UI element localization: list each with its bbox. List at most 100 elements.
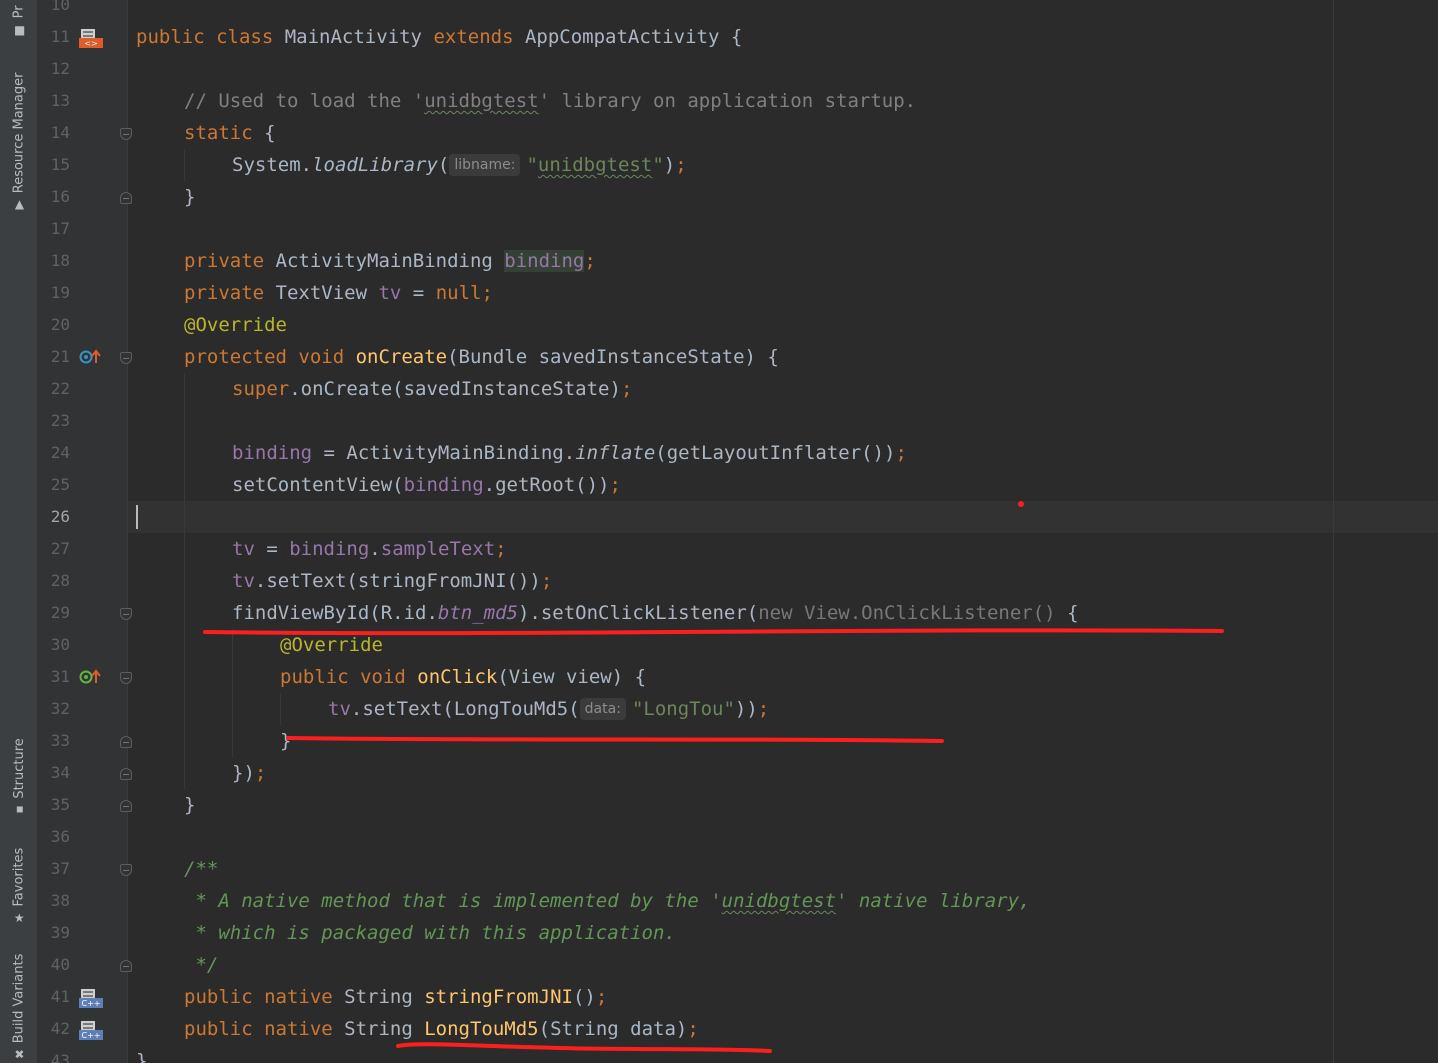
gutter-line-15[interactable]: 15 [38, 149, 128, 181]
favorites-tab[interactable]: ★ Favorites [0, 838, 38, 933]
editor-gutter[interactable]: 10 11 <> 12 13 14 15 16 17 18 19 20 21 22 23 24 25 26 27 28… [38, 0, 132, 1063]
star-icon: ★ [13, 910, 25, 925]
code-line-35: } [184, 794, 196, 816]
line-number: 29 [50, 603, 70, 622]
build-variants-tab[interactable]: ✖ Build Variants [0, 950, 38, 1063]
line-number: 33 [50, 731, 70, 750]
gutter-line-35[interactable]: 35 [38, 789, 132, 821]
code-line-24: binding = ActivityMainBinding.inflate(ge… [232, 442, 907, 464]
left-tool-window-bar: ■ Pr ▲ Resource Manager ▪ Structure ★ Favori… [0, 0, 38, 1063]
folder-icon: ■ [13, 22, 25, 37]
gutter-line-26[interactable]: 26 [38, 501, 128, 533]
line-number: 30 [50, 635, 70, 654]
gutter-line-42[interactable]: 42 C++ [38, 1013, 128, 1045]
text-caret [136, 505, 138, 529]
line-number: 39 [50, 923, 70, 942]
gutter-line-29[interactable]: 29 [38, 597, 132, 629]
code-line-18: private ActivityMainBinding binding; [184, 250, 596, 272]
gutter-line-37[interactable]: 37 [38, 853, 132, 885]
gutter-line-40[interactable]: 40 [38, 949, 132, 981]
gutter-line-13[interactable]: 13 [38, 85, 128, 117]
gutter-line-17[interactable]: 17 [38, 213, 128, 245]
line-number: 13 [50, 91, 70, 110]
gutter-line-14[interactable]: 14 [38, 117, 132, 149]
gutter-line-43[interactable]: 43 [38, 1045, 128, 1063]
gutter-line-12[interactable]: 12 [38, 53, 128, 85]
code-line-19: private TextView tv = null; [184, 282, 493, 304]
code-line-11: public class MainActivity extends AppCom… [136, 26, 743, 48]
gutter-line-30[interactable]: 30 [38, 629, 128, 661]
gutter-line-27[interactable]: 27 [38, 533, 128, 565]
code-line-25: setContentView(binding.getRoot()); [232, 474, 621, 496]
code-line-22: super.onCreate(savedInstanceState); [232, 378, 633, 400]
line-number: 23 [50, 411, 70, 430]
gutter-line-10[interactable]: 10 [38, 0, 128, 21]
svg-text:<>: <> [84, 39, 97, 48]
code-line-15: System.loadLibrary(libname: "unidbgtest")… [232, 154, 687, 176]
gutter-line-22[interactable]: 22 [38, 373, 128, 405]
gutter-line-11[interactable]: 11 <> [38, 21, 128, 53]
gutter-line-21[interactable]: 21 [38, 341, 132, 373]
structure-icon: ▪ [14, 801, 24, 816]
code-line-13: // Used to load the 'unidbgtest' library… [184, 90, 917, 112]
line-number: 36 [50, 827, 70, 846]
line-number: 43 [50, 1051, 70, 1063]
line-number: 40 [50, 955, 70, 974]
gutter-line-41[interactable]: 41 C++ [38, 981, 128, 1013]
line-number: 38 [50, 891, 70, 910]
svg-text:C++: C++ [82, 1031, 101, 1040]
line-number: 16 [50, 187, 70, 206]
native-method-icon[interactable]: C++ [78, 1019, 104, 1040]
gutter-line-33[interactable]: 33 [38, 725, 132, 757]
line-number: 10 [50, 0, 70, 14]
native-method-icon[interactable]: C++ [78, 987, 104, 1008]
line-number: 21 [50, 347, 70, 366]
gutter-line-20[interactable]: 20 [38, 309, 128, 341]
gutter-line-38[interactable]: 38 [38, 885, 128, 917]
line-number: 18 [50, 251, 70, 270]
line-number: 32 [50, 699, 70, 718]
line-number: 17 [50, 219, 70, 238]
gutter-line-28[interactable]: 28 [38, 565, 128, 597]
resource-manager-tab[interactable]: ▲ Resource Manager [0, 60, 38, 220]
code-line-43: } [136, 1050, 148, 1063]
parameter-hint-libname: libname: [449, 154, 521, 176]
structure-tab[interactable]: ▪ Structure [0, 725, 38, 825]
gutter-line-16[interactable]: 16 [38, 181, 132, 213]
line-number: 26 [50, 507, 70, 526]
gutter-line-39[interactable]: 39 [38, 917, 128, 949]
code-editor[interactable]: public class MainActivity extends AppCom… [128, 0, 1438, 1063]
gutter-line-18[interactable]: 18 [38, 245, 128, 277]
code-line-30: @Override [280, 634, 383, 656]
line-number: 34 [50, 763, 70, 782]
line-number: 24 [50, 443, 70, 462]
layout-file-icon[interactable]: <> [78, 27, 104, 48]
gutter-line-19[interactable]: 19 [38, 277, 128, 309]
gutter-line-24[interactable]: 24 [38, 437, 128, 469]
code-line-40: */ [184, 954, 219, 976]
gutter-line-36[interactable]: 36 [38, 821, 128, 853]
gutter-line-23[interactable]: 23 [38, 405, 128, 437]
code-line-41: public native String stringFromJNI(); [184, 986, 608, 1008]
svg-text:C++: C++ [82, 999, 101, 1008]
line-number: 25 [50, 475, 70, 494]
line-number: 14 [50, 123, 70, 142]
code-line-42: public native String LongTouMd5(String d… [184, 1018, 699, 1040]
line-number: 11 [50, 27, 70, 46]
project-tab[interactable]: ■ Pr [0, 0, 38, 40]
gutter-line-25[interactable]: 25 [38, 469, 128, 501]
gutter-line-34[interactable]: 34 [38, 757, 132, 789]
gutter-line-32[interactable]: 32 [38, 693, 128, 725]
code-line-28: tv.setText(stringFromJNI()); [232, 570, 553, 592]
gutter-line-31[interactable]: 31 [38, 661, 132, 693]
line-number: 37 [50, 859, 70, 878]
line-number: 22 [50, 379, 70, 398]
build-variants-icon: ✖ [13, 1047, 25, 1062]
line-number: 27 [50, 539, 70, 558]
line-number: 15 [50, 155, 70, 174]
override-method-icon[interactable] [78, 347, 104, 367]
override-method-icon[interactable] [78, 667, 104, 687]
code-line-21: protected void onCreate(Bundle savedInst… [184, 346, 779, 368]
line-number: 31 [50, 667, 70, 686]
code-line-34: }); [232, 762, 267, 784]
